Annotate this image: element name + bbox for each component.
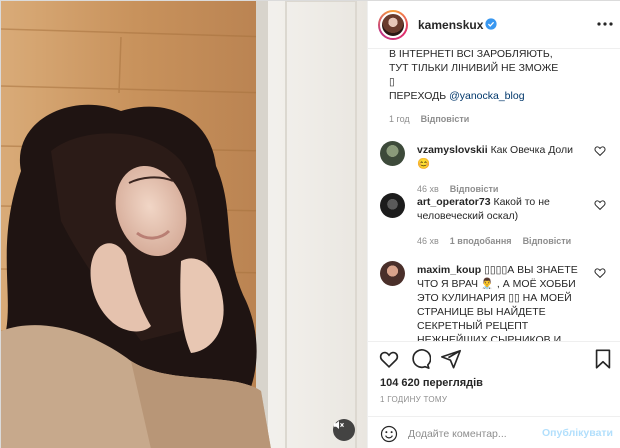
caption-line: ▯ bbox=[389, 76, 395, 88]
post-caption: В ІНТЕРНЕТІ ВСІ ЗАРОБЛЯЮТЬ, ТУТ ТІЛЬКИ Л… bbox=[389, 49, 599, 126]
post-actions: 104 620 переглядів 1 ГОДИНУ ТОМУ Опублік… bbox=[368, 341, 620, 448]
caption-line: ПЕРЕХОДЬ @yanocka_blog bbox=[389, 89, 599, 103]
avatar bbox=[380, 12, 406, 38]
author-username[interactable]: kamenskux bbox=[418, 18, 483, 32]
caption-link-prefix: ПЕРЕХОДЬ bbox=[389, 90, 450, 102]
publish-button[interactable]: Опублікувати bbox=[542, 427, 613, 439]
comment-like-heart-icon[interactable] bbox=[594, 145, 606, 157]
share-icon[interactable] bbox=[440, 348, 462, 370]
post-timestamp: 1 ГОДИНУ ТОМУ bbox=[380, 395, 448, 404]
commenter-avatar[interactable] bbox=[380, 141, 405, 166]
caption-line: ТУТ ТІЛЬКИ ЛІНИВИЙ НЕ ЗМОЖЕ bbox=[389, 62, 559, 74]
views-count[interactable]: 104 620 переглядів bbox=[380, 377, 483, 389]
comment-time: 46 хв bbox=[417, 236, 439, 246]
author-avatar[interactable] bbox=[378, 10, 408, 40]
instagram-post: kamenskux В ІНТЕРНЕТІ ВСІ ЗАРОБЛЯЮТЬ, ТУ… bbox=[0, 0, 620, 448]
comment-meta: 46 хв 1 вподобання Відповісти bbox=[417, 234, 583, 248]
mute-button[interactable] bbox=[333, 419, 355, 441]
verified-badge-icon bbox=[485, 18, 497, 30]
comment-meta: 46 хв Відповісти bbox=[417, 182, 583, 196]
more-options-button[interactable] bbox=[594, 13, 616, 35]
comment-like-heart-icon[interactable] bbox=[594, 267, 606, 279]
caption-time: 1 год bbox=[389, 114, 410, 124]
reply-button[interactable]: Відповісти bbox=[523, 234, 572, 248]
likes-count[interactable]: 1 вподобання bbox=[450, 234, 512, 248]
comment-time: 46 хв bbox=[417, 184, 439, 194]
comment-text: vzamyslovskii Как Овечка Доли😊 46 хв Від… bbox=[417, 143, 583, 196]
bookmark-icon[interactable] bbox=[592, 348, 614, 370]
heart-icon[interactable] bbox=[378, 348, 400, 370]
post-sidebar: kamenskux В ІНТЕРНЕТІ ВСІ ЗАРОБЛЯЮТЬ, ТУ… bbox=[367, 1, 620, 448]
emoji-icon[interactable] bbox=[380, 425, 398, 443]
caption-meta: 1 год Відповісти bbox=[389, 112, 599, 126]
comment-text: maxim_koup ▯▯▯▯А ВЫ ЗНАЕТЕ ЧТО Я ВРАЧ 👨‍… bbox=[417, 263, 583, 341]
reply-button[interactable]: Відповісти bbox=[421, 112, 470, 126]
commenter-username[interactable]: maxim_koup bbox=[417, 264, 481, 276]
comment-input[interactable] bbox=[408, 425, 558, 443]
comments-list[interactable]: В ІНТЕРНЕТІ ВСІ ЗАРОБЛЯЮТЬ, ТУТ ТІЛЬКИ Л… bbox=[368, 49, 620, 341]
comment-text: art_operator73 Какой то не человеческий … bbox=[417, 195, 583, 248]
commenter-avatar[interactable] bbox=[380, 193, 405, 218]
commenter-username[interactable]: vzamyslovskii bbox=[417, 144, 488, 156]
muted-speaker-icon bbox=[334, 421, 344, 429]
commenter-avatar[interactable] bbox=[380, 261, 405, 286]
commenter-username[interactable]: art_operator73 bbox=[417, 196, 491, 208]
post-header: kamenskux bbox=[368, 1, 620, 49]
reply-button[interactable]: Відповісти bbox=[450, 182, 499, 196]
more-dots-icon bbox=[597, 22, 613, 26]
post-video[interactable] bbox=[1, 1, 367, 448]
caption-line: В ІНТЕРНЕТІ ВСІ ЗАРОБЛЯЮТЬ, bbox=[389, 49, 553, 60]
comment-like-heart-icon[interactable] bbox=[594, 199, 606, 211]
comment-icon[interactable] bbox=[409, 348, 431, 370]
video-frame bbox=[1, 1, 367, 448]
mention-link[interactable]: @yanocka_blog bbox=[449, 90, 524, 102]
add-comment-bar: Опублікувати bbox=[368, 416, 620, 448]
